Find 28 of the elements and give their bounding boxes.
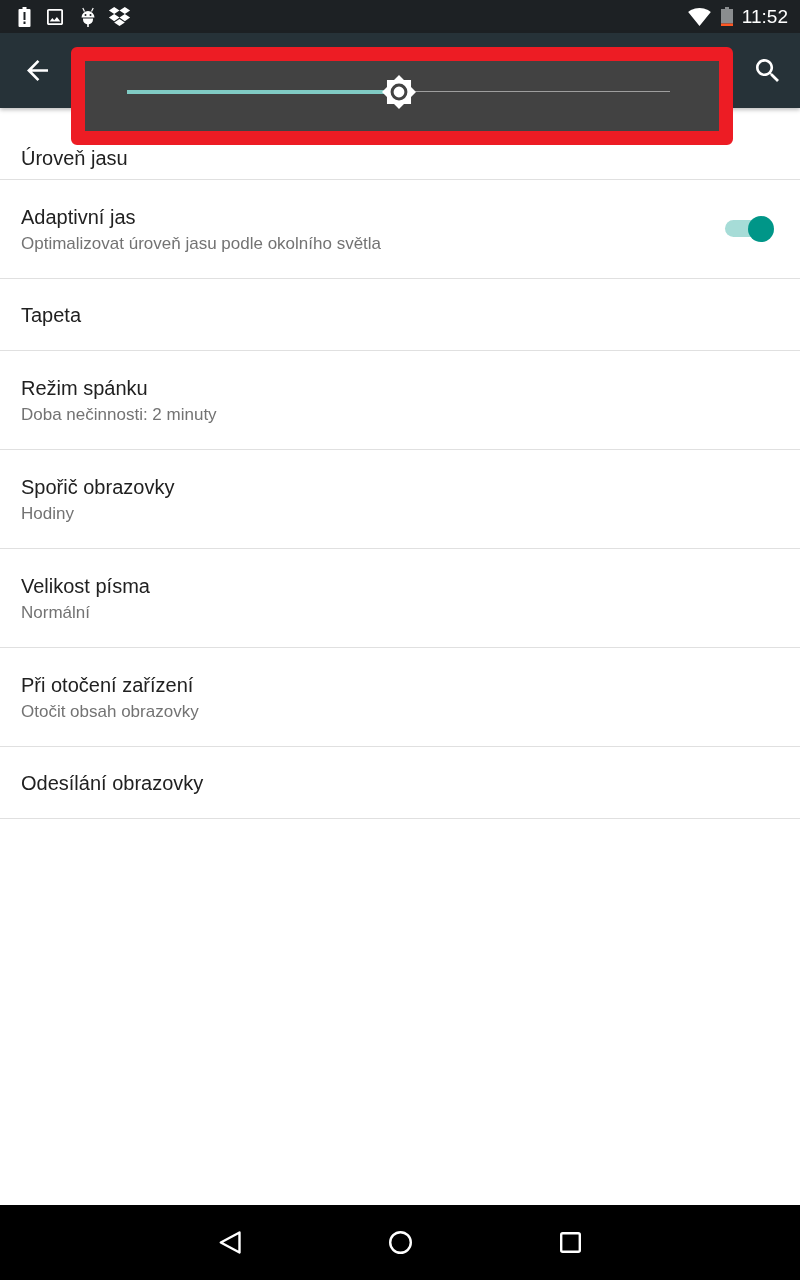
setting-title: Při otočení zařízení [21, 672, 194, 697]
setting-title: Adaptivní jas [21, 204, 136, 229]
setting-summary: Normální [21, 602, 90, 623]
sun-thumb-icon[interactable] [381, 75, 416, 109]
setting-title: Odesílání obrazovky [21, 770, 204, 795]
battery-icon [720, 7, 733, 26]
recents-icon[interactable] [560, 1232, 581, 1253]
setting-summary: Optimalizovat úroveň jasu podle okolního světla [21, 233, 382, 254]
setting-title: Režim spánku [21, 375, 148, 400]
clock-time: 11:52 [741, 4, 788, 29]
back-arrow-icon[interactable] [27, 60, 48, 81]
battery-alert-icon [17, 6, 32, 27]
setting-title: Velikost písma [21, 573, 150, 598]
home-icon[interactable] [389, 1231, 412, 1254]
brightness-slider[interactable] [127, 75, 670, 109]
setting-title: Spořič obrazovky [21, 474, 175, 499]
search-icon[interactable] [756, 59, 779, 82]
setting-summary: Doba nečinnosti: 2 minuty [21, 404, 217, 425]
box-logo-icon [108, 7, 131, 26]
setting-summary: Hodiny [21, 503, 74, 524]
wifi-icon [687, 7, 711, 26]
toggle-switch[interactable] [725, 216, 774, 242]
setting-title: Tapeta [21, 302, 82, 327]
back-icon[interactable] [219, 1231, 241, 1254]
robot-head-icon [80, 6, 96, 27]
setting-summary: Otočit obsah obrazovky [21, 701, 199, 722]
image-icon [47, 8, 63, 25]
setting-title: Úroveň jasu [21, 146, 128, 170]
